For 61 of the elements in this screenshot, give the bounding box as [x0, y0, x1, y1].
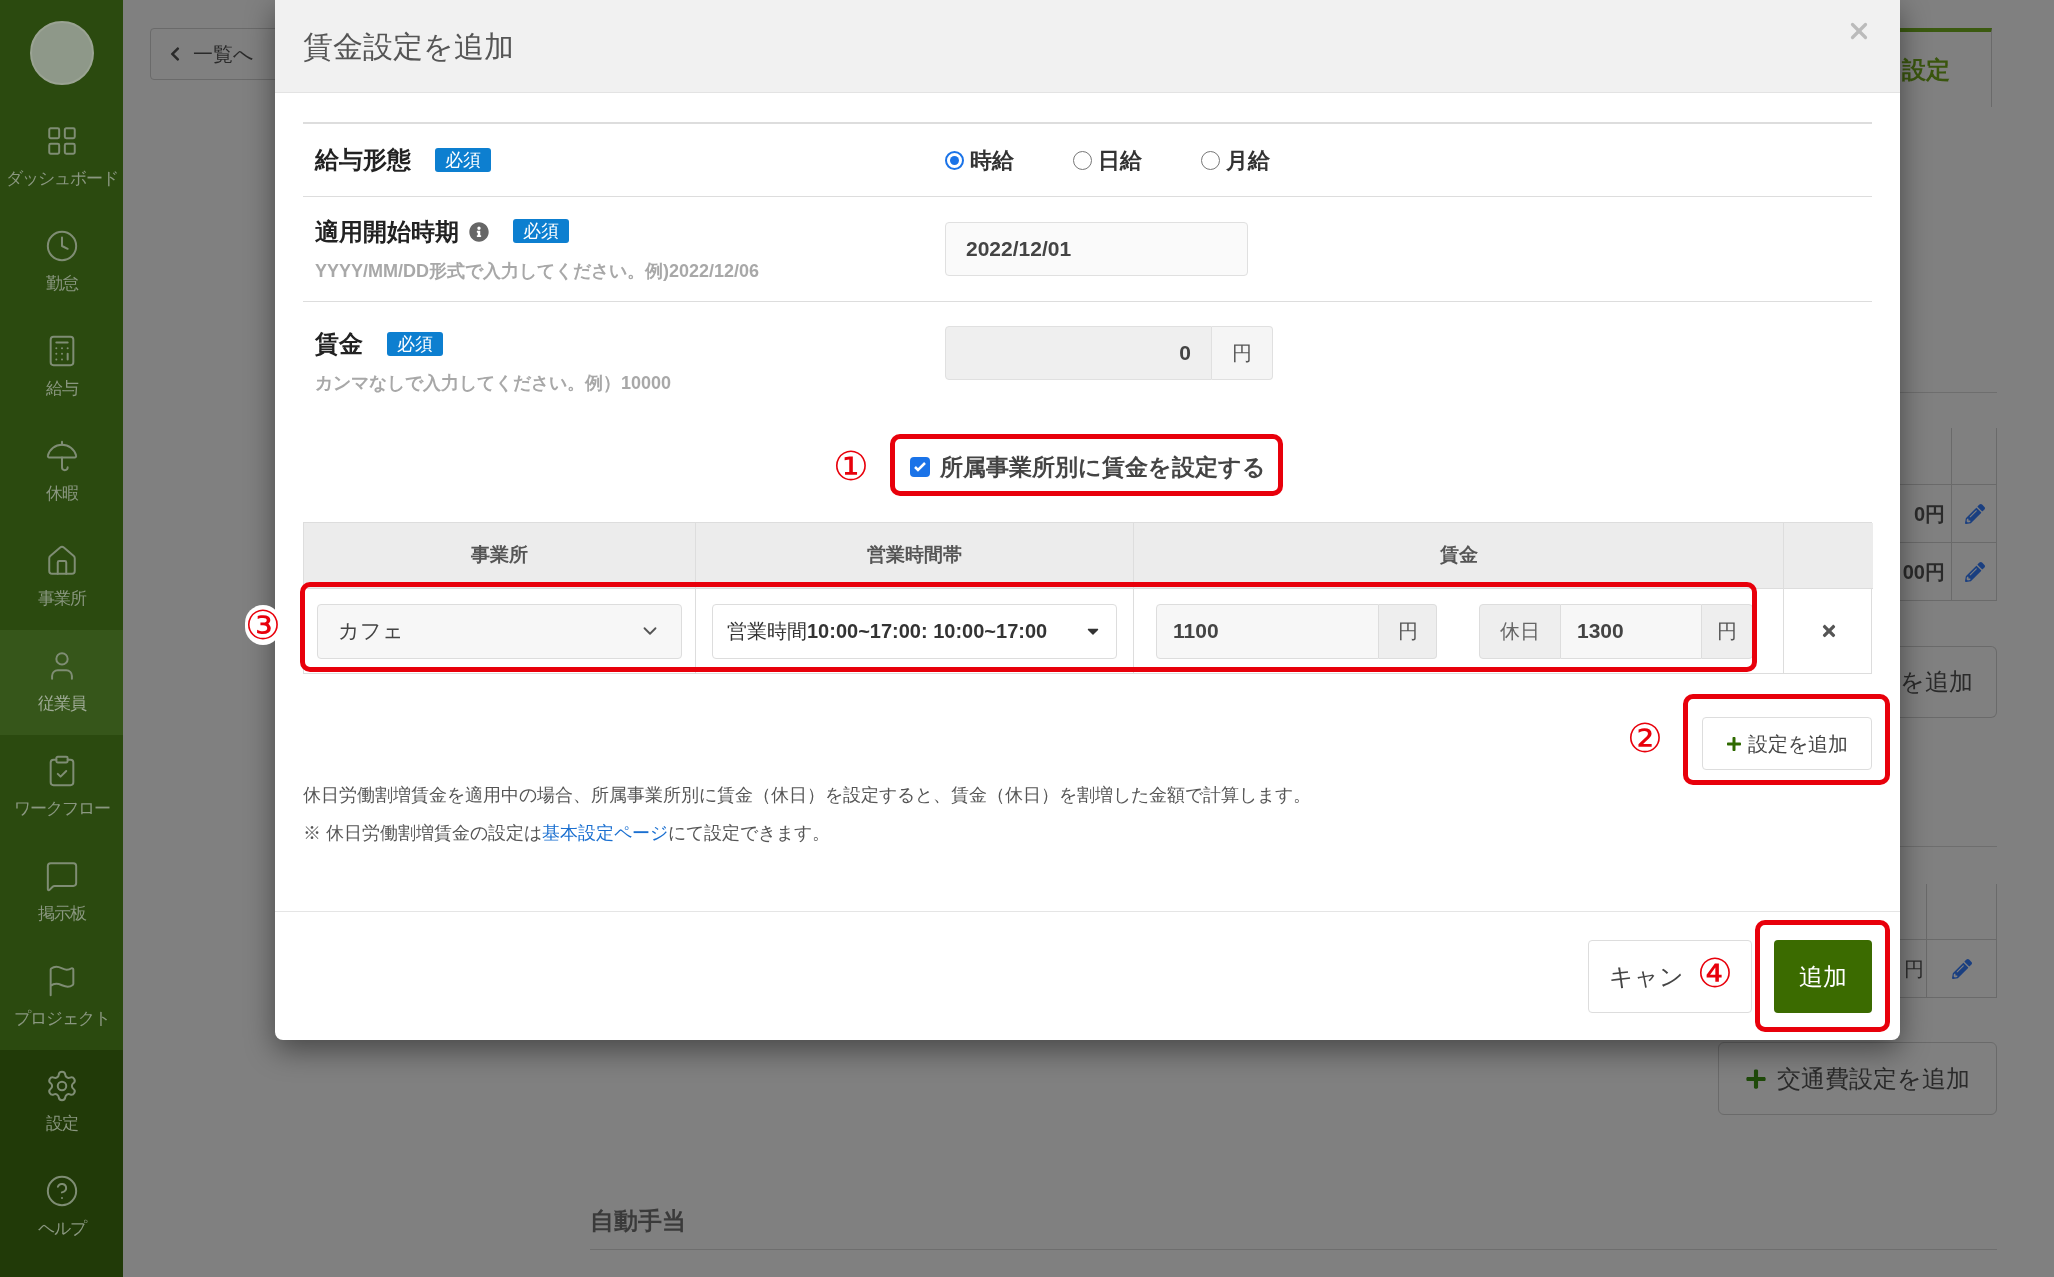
- radio-label: 月給: [1226, 146, 1270, 175]
- pencil-icon[interactable]: [1952, 958, 1972, 979]
- wage-field[interactable]: 1100: [1156, 603, 1379, 659]
- sidebar-item[interactable]: 給与: [0, 315, 123, 420]
- office-select[interactable]: カフェ: [317, 603, 682, 659]
- section-heading: 自動手当: [590, 1206, 687, 1236]
- hours-select[interactable]: 営業時間10:00~17:00: 10:00~17:00: [712, 603, 1117, 659]
- help-icon: [44, 1173, 79, 1208]
- wage-field[interactable]: 0: [945, 326, 1212, 380]
- settings-link[interactable]: 基本設定ページ: [542, 823, 668, 843]
- holiday-wage-field[interactable]: 1300: [1561, 603, 1701, 659]
- field-label: 適用開始時期: [315, 216, 459, 247]
- field-hint: YYYY/MM/DD形式で入力してください。例)2022/12/06: [315, 259, 761, 283]
- column-header: 賃金: [1134, 523, 1784, 588]
- table-cell-text: 円: [1904, 956, 1924, 982]
- radio-button[interactable]: [945, 150, 964, 170]
- radio-label: 時給: [970, 146, 1014, 175]
- field-label: 給与形態: [315, 145, 411, 175]
- required-badge: 必須: [435, 147, 491, 172]
- sidebar-item[interactable]: 設定: [0, 1050, 123, 1155]
- yen-addon: 円: [1379, 603, 1437, 659]
- add-setting-button[interactable]: 設定を追加: [1702, 717, 1872, 770]
- table-cell-text: 0円: [1913, 501, 1945, 527]
- checkbox[interactable]: [909, 457, 930, 477]
- required-badge: 必須: [387, 331, 443, 356]
- plus-icon: [1726, 735, 1742, 752]
- radio-button[interactable]: [1201, 150, 1220, 170]
- sidebar-item[interactable]: ワークフロー: [0, 735, 123, 840]
- note-text: 休日労働割増賃金を適用中の場合、所属事業所別に賃金（休日）を設定すると、賃金（休日）を割増した金額で計算します。: [303, 784, 1312, 807]
- step-number: ③: [245, 605, 281, 645]
- field-label: 賃金: [315, 329, 363, 359]
- required-badge: 必須: [513, 219, 569, 243]
- add-transport-button[interactable]: 交通費設定を追加: [1718, 1042, 1997, 1115]
- sidebar-item[interactable]: 事業所: [0, 525, 123, 630]
- checkbox-label: 所属事業所別に賃金を設定する: [939, 452, 1266, 482]
- sidebar-item[interactable]: ダッシュボード: [0, 105, 123, 210]
- yen-addon: 円: [1701, 603, 1753, 659]
- checkmark-icon: [912, 460, 927, 474]
- column-header: 事業所: [304, 523, 696, 588]
- plus-icon: [1745, 1067, 1767, 1090]
- note-text: ※ 休日労働割増賃金の設定は基本設定ページにて設定できます。: [303, 822, 831, 845]
- sidebar-item[interactable]: 従業員: [0, 630, 123, 735]
- pencil-icon[interactable]: [1964, 503, 1985, 524]
- holiday-addon: 休日: [1479, 603, 1561, 659]
- field-hint: カンマなしで入力してください。例）10000: [315, 372, 673, 395]
- radio-label: 日給: [1098, 146, 1142, 175]
- umbrella-icon: [44, 438, 79, 473]
- sidebar-item[interactable]: 休暇: [0, 420, 123, 525]
- date-field[interactable]: 2022/12/01: [945, 222, 1248, 276]
- radio-button[interactable]: [1073, 150, 1092, 170]
- sidebar-item[interactable]: 勤怠: [0, 210, 123, 315]
- sidebar-item[interactable]: 掲示板: [0, 840, 123, 945]
- submit-button[interactable]: 追加: [1774, 940, 1872, 1013]
- table-cell-text: 00円: [1902, 559, 1945, 585]
- info-icon[interactable]: [469, 221, 489, 242]
- sidebar-item[interactable]: ヘルプ: [0, 1155, 123, 1260]
- column-header: 営業時間帯: [696, 523, 1134, 588]
- pencil-icon[interactable]: [1964, 561, 1985, 582]
- clock-icon: [44, 228, 79, 263]
- sidebar-item[interactable]: プロジェクト: [0, 945, 123, 1050]
- yen-addon: 円: [1212, 326, 1273, 380]
